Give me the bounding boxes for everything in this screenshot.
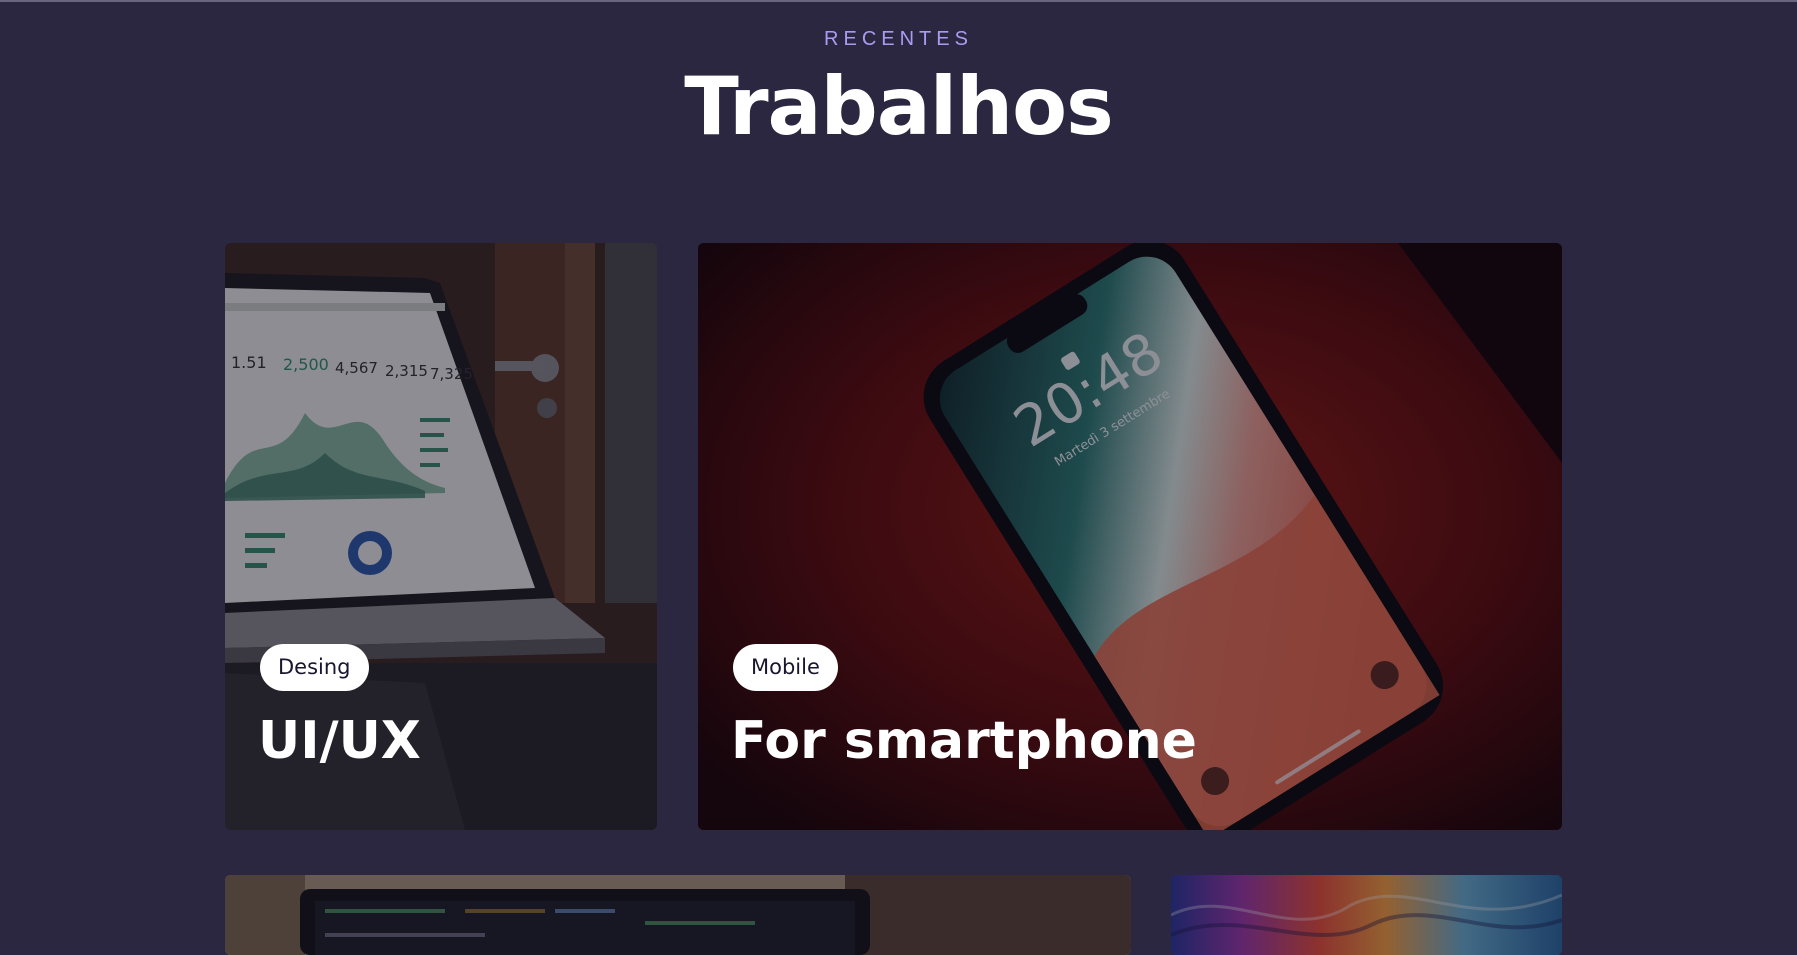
- project-card-partial-abstract[interactable]: [1171, 875, 1562, 955]
- section-title: Trabalhos: [684, 60, 1113, 153]
- card-tag-badge: Desing: [260, 644, 369, 691]
- image-overlay: [225, 875, 1131, 955]
- card-title: For smartphone: [731, 711, 1197, 771]
- image-overlay: [1171, 875, 1562, 955]
- project-card-smartphone[interactable]: 20:48 Martedì 3 settembre Mobile For sma…: [698, 243, 1562, 830]
- project-card-uiux[interactable]: 1.51 2,500 4,567 2,315 7,325 Desing UI/U…: [225, 243, 657, 830]
- top-border: [0, 0, 1797, 2]
- section-eyebrow: RECENTES: [824, 28, 973, 50]
- card-tag-badge: Mobile: [733, 644, 838, 691]
- card-title: UI/UX: [258, 711, 421, 771]
- project-card-partial-code[interactable]: [225, 875, 1131, 955]
